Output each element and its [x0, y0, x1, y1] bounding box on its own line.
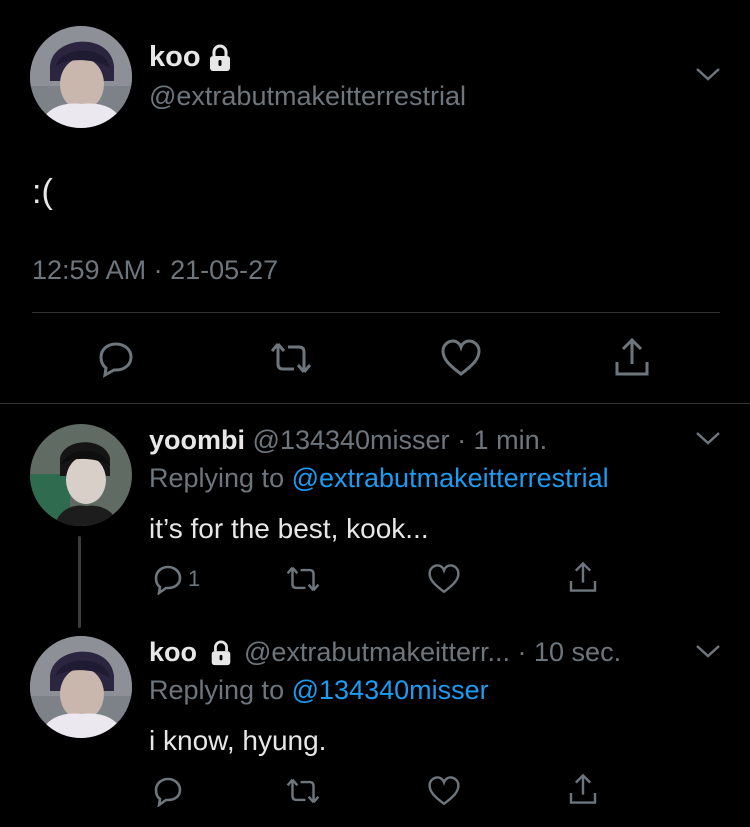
retweet-icon[interactable]: [286, 776, 320, 806]
handle[interactable]: @134340misser: [253, 425, 450, 455]
reply-time[interactable]: · 10 sec.: [518, 637, 622, 667]
chevron-down-icon[interactable]: [695, 430, 721, 446]
display-name[interactable]: koo: [149, 637, 197, 667]
lock-icon: [208, 640, 234, 666]
reply-header: yoombi @134340misser · 1 min.: [149, 424, 547, 456]
reply-icon[interactable]: [96, 338, 136, 378]
share-icon[interactable]: [612, 336, 652, 378]
reply-icon[interactable]: [152, 775, 184, 807]
divider: [32, 312, 720, 313]
thread-line: [78, 536, 81, 628]
replying-to-link[interactable]: @134340misser: [292, 675, 489, 705]
retweet-icon[interactable]: [270, 340, 312, 376]
avatar[interactable]: [30, 424, 132, 526]
share-icon[interactable]: [567, 560, 599, 594]
chevron-down-icon[interactable]: [695, 643, 721, 659]
avatar[interactable]: [30, 636, 132, 738]
reply-icon[interactable]: [152, 563, 184, 595]
reply-meta: @extrabutmakeitterr... · 10 sec.: [244, 636, 621, 668]
tweet-text: :(: [32, 173, 53, 211]
display-name[interactable]: yoombi: [149, 425, 245, 455]
like-icon[interactable]: [440, 338, 482, 378]
reply-time[interactable]: · 1 min.: [457, 425, 547, 455]
tweet-text: it’s for the best, kook...: [149, 513, 429, 544]
share-icon[interactable]: [567, 772, 599, 806]
retweet-icon[interactable]: [286, 564, 320, 594]
reply-header: koo: [149, 636, 197, 668]
replying-prefix: Replying to: [149, 463, 285, 493]
like-icon[interactable]: [427, 775, 461, 807]
replying-to-link[interactable]: @extrabutmakeitterrestrial: [292, 463, 609, 493]
avatar[interactable]: [30, 26, 132, 128]
display-name[interactable]: koo: [149, 40, 201, 74]
replying-to: Replying to @extrabutmakeitterrestrial: [149, 462, 609, 494]
tweet-text: i know, hyung.: [149, 725, 327, 756]
reply-count: 1: [188, 566, 201, 591]
timestamp[interactable]: 12:59 AM · 21-05-27: [32, 254, 278, 286]
handle[interactable]: @extrabutmakeitterrestrial: [149, 80, 466, 112]
chevron-down-icon[interactable]: [695, 66, 721, 82]
like-icon[interactable]: [427, 563, 461, 595]
replying-prefix: Replying to: [149, 675, 285, 705]
divider: [0, 403, 750, 404]
handle[interactable]: @extrabutmakeitterr...: [244, 637, 510, 667]
replying-to: Replying to @134340misser: [149, 674, 489, 706]
lock-icon: [206, 44, 234, 72]
